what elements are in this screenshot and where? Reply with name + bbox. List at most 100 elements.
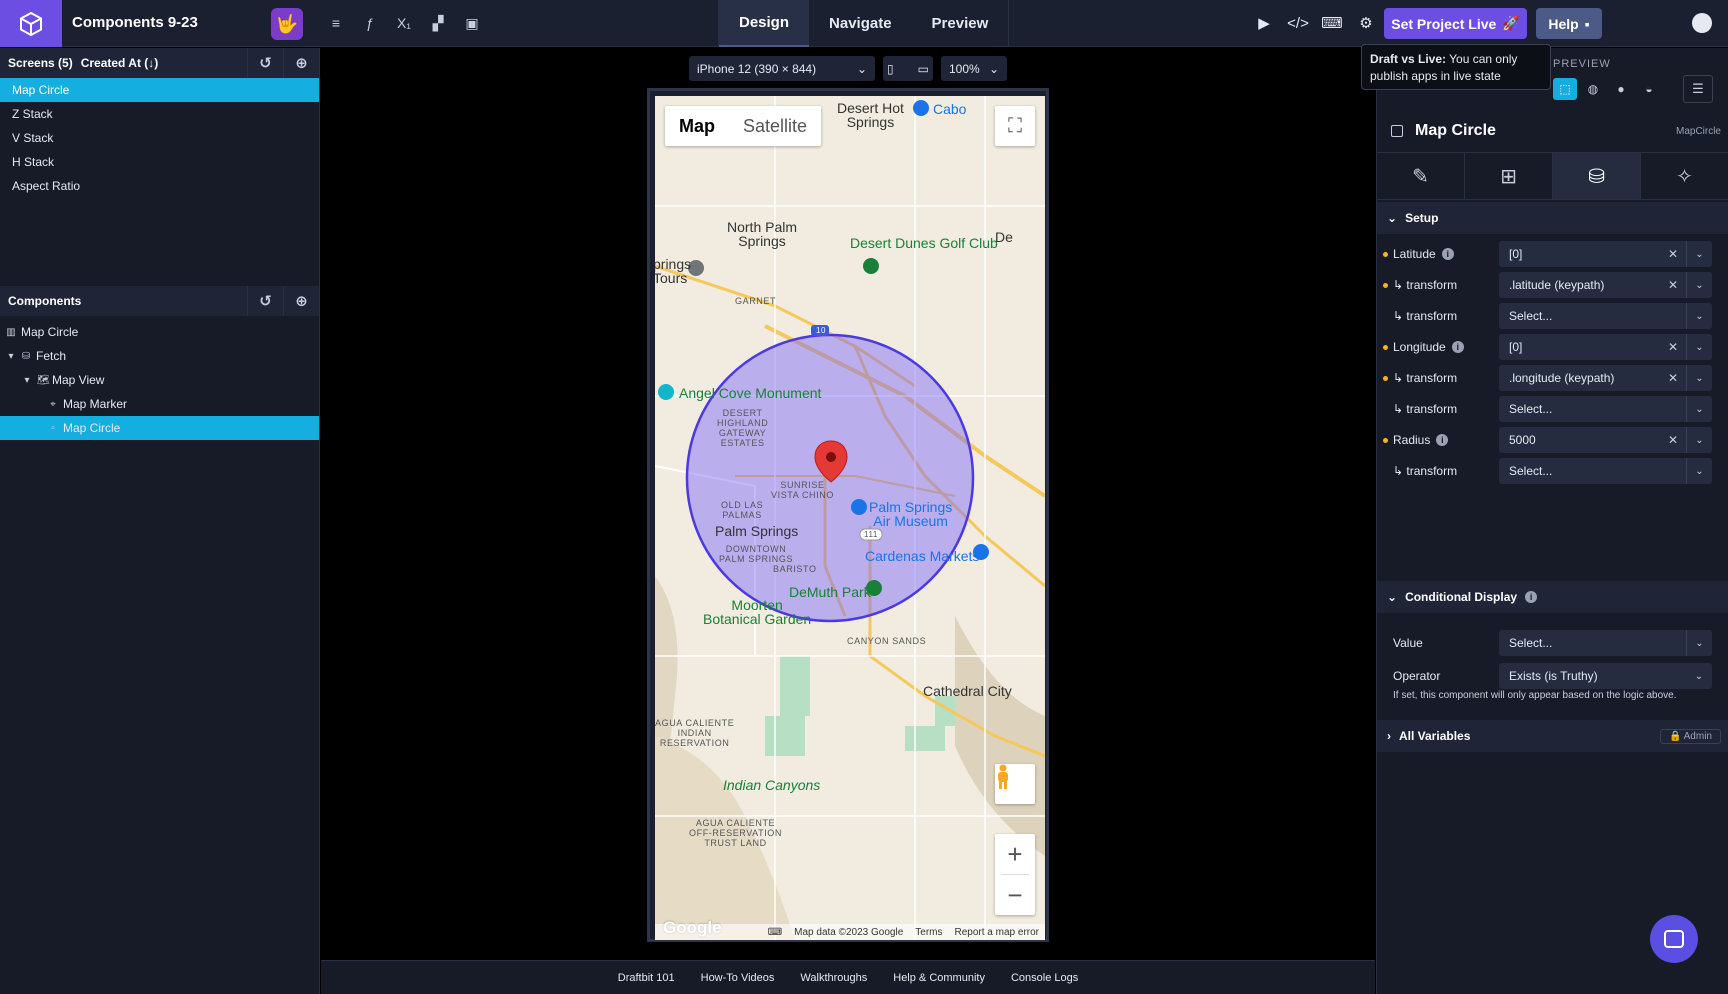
tab-navigate[interactable]: Navigate [809,0,912,47]
help-button[interactable]: Help ▪ [1536,8,1602,39]
map-label-canyon-sands: CANYON SANDS [847,636,927,646]
tab-design[interactable]: Design [719,0,810,47]
chevron-down-icon[interactable]: ⌄ [1686,241,1712,267]
clear-icon[interactable]: ✕ [1668,278,1678,292]
draftbit-logo[interactable] [0,0,62,47]
fullscreen-icon[interactable]: ⛶ [995,106,1035,146]
zoom-out-button[interactable]: − [995,875,1035,915]
footer-link-console[interactable]: Console Logs [1011,972,1078,984]
report-error-link[interactable]: Report a map error [955,927,1039,938]
theme-icon[interactable]: ▞ [427,12,449,34]
components-title: Components [8,294,82,308]
chevron-down-icon[interactable]: ⌄ [1686,365,1712,391]
support-chat-button[interactable] [1650,915,1698,963]
component-tree-item[interactable]: ▾ ⛁ Fetch [0,344,319,368]
chevron-down-icon[interactable]: ⌄ [1686,458,1712,484]
frame-icon[interactable]: ⬚ [1553,78,1577,100]
prop-value-field[interactable]: Select... ⌄ [1499,303,1712,329]
draft-vs-live-tooltip: Draft vs Live: You can only publish apps… [1361,44,1551,90]
component-tree-label: Map View [52,373,105,387]
footer-link-walkthroughs[interactable]: Walkthroughs [800,972,867,984]
prop-value-field[interactable]: Select... ⌄ [1499,458,1712,484]
pegman-icon[interactable] [995,764,1035,804]
prop-value-field[interactable]: [0] ✕ ⌄ [1499,241,1712,267]
style-brush-icon[interactable]: ✎ [1377,153,1465,199]
screen-item[interactable]: H Stack [0,150,319,174]
screen-item[interactable]: Aspect Ratio [0,174,319,198]
function-icon[interactable]: ƒ [359,12,381,34]
component-tree-item[interactable]: ▥ Map Circle [0,320,319,344]
project-name[interactable]: Components 9-23 [72,14,198,31]
value-select[interactable]: Select... ⌄ [1499,630,1712,656]
clear-icon[interactable]: ✕ [1668,247,1678,261]
play-icon[interactable]: ▶ [1253,12,1275,34]
keyboard-icon[interactable]: ⌨ [768,927,782,938]
add-component-button[interactable]: ⊕ [283,286,319,316]
chevron-down-icon[interactable]: ⌄ [1686,272,1712,298]
project-avatar[interactable]: 🤟 [271,8,303,40]
portrait-icon[interactable]: ▯ [887,62,894,76]
components-header: Components ↺ ⊕ [0,286,319,316]
component-tree-item[interactable]: ⌖ Map Marker [0,392,319,416]
apple-icon[interactable]: ● [1609,78,1633,100]
user-account-icon[interactable] [1692,13,1712,33]
gear-icon[interactable]: ⚙ [1355,12,1377,34]
component-tree-item[interactable]: ▫ Map Circle [0,416,319,440]
map-view[interactable]: Desert Hot Springs Cabo North Palm Springs… [655,96,1045,940]
landscape-icon[interactable]: ▭ [918,62,929,76]
zoom-in-button[interactable]: + [995,834,1035,874]
map-type-map[interactable]: Map [665,106,729,146]
chevron-down-icon[interactable]: ⌄ [1686,334,1712,360]
chevron-down-icon[interactable]: ⌄ [1686,396,1712,422]
chevron-down-icon: ⌄ [1387,590,1398,604]
android-icon[interactable]: ◒ [1637,78,1661,100]
operator-select[interactable]: Exists (is Truthy) ⌄ [1499,663,1712,689]
caret-down-icon[interactable]: ▾ [22,375,32,386]
screen-item[interactable]: V Stack [0,126,319,150]
conditional-help-text: If set, this component will only appear … [1393,690,1677,701]
footer-link-help[interactable]: Help & Community [893,972,985,984]
tab-preview[interactable]: Preview [912,0,1009,47]
menu-icon[interactable]: ☰ [1683,75,1713,103]
history-icon[interactable]: ↺ [247,286,283,316]
prop-value-field[interactable]: .latitude (keypath) ✕ ⌄ [1499,272,1712,298]
map-type-satellite[interactable]: Satellite [729,106,821,146]
device-select[interactable]: iPhone 12 (390 × 844) ⌄ [689,56,875,81]
variables-icon[interactable]: X₁ [393,12,415,34]
data-database-icon[interactable]: ⛁ [1553,153,1641,199]
footer-link-howto[interactable]: How-To Videos [701,972,775,984]
prop-value-field[interactable]: [0] ✕ ⌄ [1499,334,1712,360]
prop-value-field[interactable]: 5000 ✕ ⌄ [1499,427,1712,453]
component-tree-item[interactable]: ▾ 🗺 Map View [0,368,319,392]
config-icon[interactable]: ⊞ [1465,153,1553,199]
zoom-select[interactable]: 100% ⌄ [941,56,1007,81]
all-variables-header[interactable]: › All Variables 🔒 Admin [1377,720,1728,752]
clear-icon[interactable]: ✕ [1668,433,1678,447]
map-label-old-las: OLD LAS PALMAS [721,500,764,520]
clear-icon[interactable]: ✕ [1668,371,1678,385]
conditional-section-header[interactable]: ⌄ Conditional Display i [1377,581,1728,613]
setup-section-header[interactable]: ⌄ Setup [1377,202,1728,234]
clear-icon[interactable]: ✕ [1668,340,1678,354]
add-screen-button[interactable]: ⊕ [283,48,319,78]
terms-link[interactable]: Terms [915,927,942,938]
chevron-down-icon[interactable]: ⌄ [1686,303,1712,329]
screen-item[interactable]: Map Circle [0,78,319,102]
screens-sort[interactable]: Created At (↓) [81,56,159,70]
screen-item[interactable]: Z Stack [0,102,319,126]
web-icon[interactable]: ◍ [1581,78,1605,100]
code-icon[interactable]: </> [1287,12,1309,34]
magic-wand-icon[interactable]: ✧ [1641,153,1728,199]
prop-value-field[interactable]: .longitude (keypath) ✕ ⌄ [1499,365,1712,391]
caret-down-icon[interactable]: ▾ [6,351,16,362]
footer-link-draftbit101[interactable]: Draftbit 101 [618,972,675,984]
set-project-live-button[interactable]: Set Project Live 🚀 [1384,8,1527,39]
prop-label: Radius i [1393,433,1449,447]
prop-value-field[interactable]: Select... ⌄ [1499,396,1712,422]
info-icon: i [1525,591,1538,603]
chevron-down-icon[interactable]: ⌄ [1686,427,1712,453]
keyboard-icon[interactable]: ⌨ [1321,12,1343,34]
history-icon[interactable]: ↺ [247,48,283,78]
assets-icon[interactable]: ▣ [461,12,483,34]
database-icon[interactable]: ≡ [325,12,347,34]
